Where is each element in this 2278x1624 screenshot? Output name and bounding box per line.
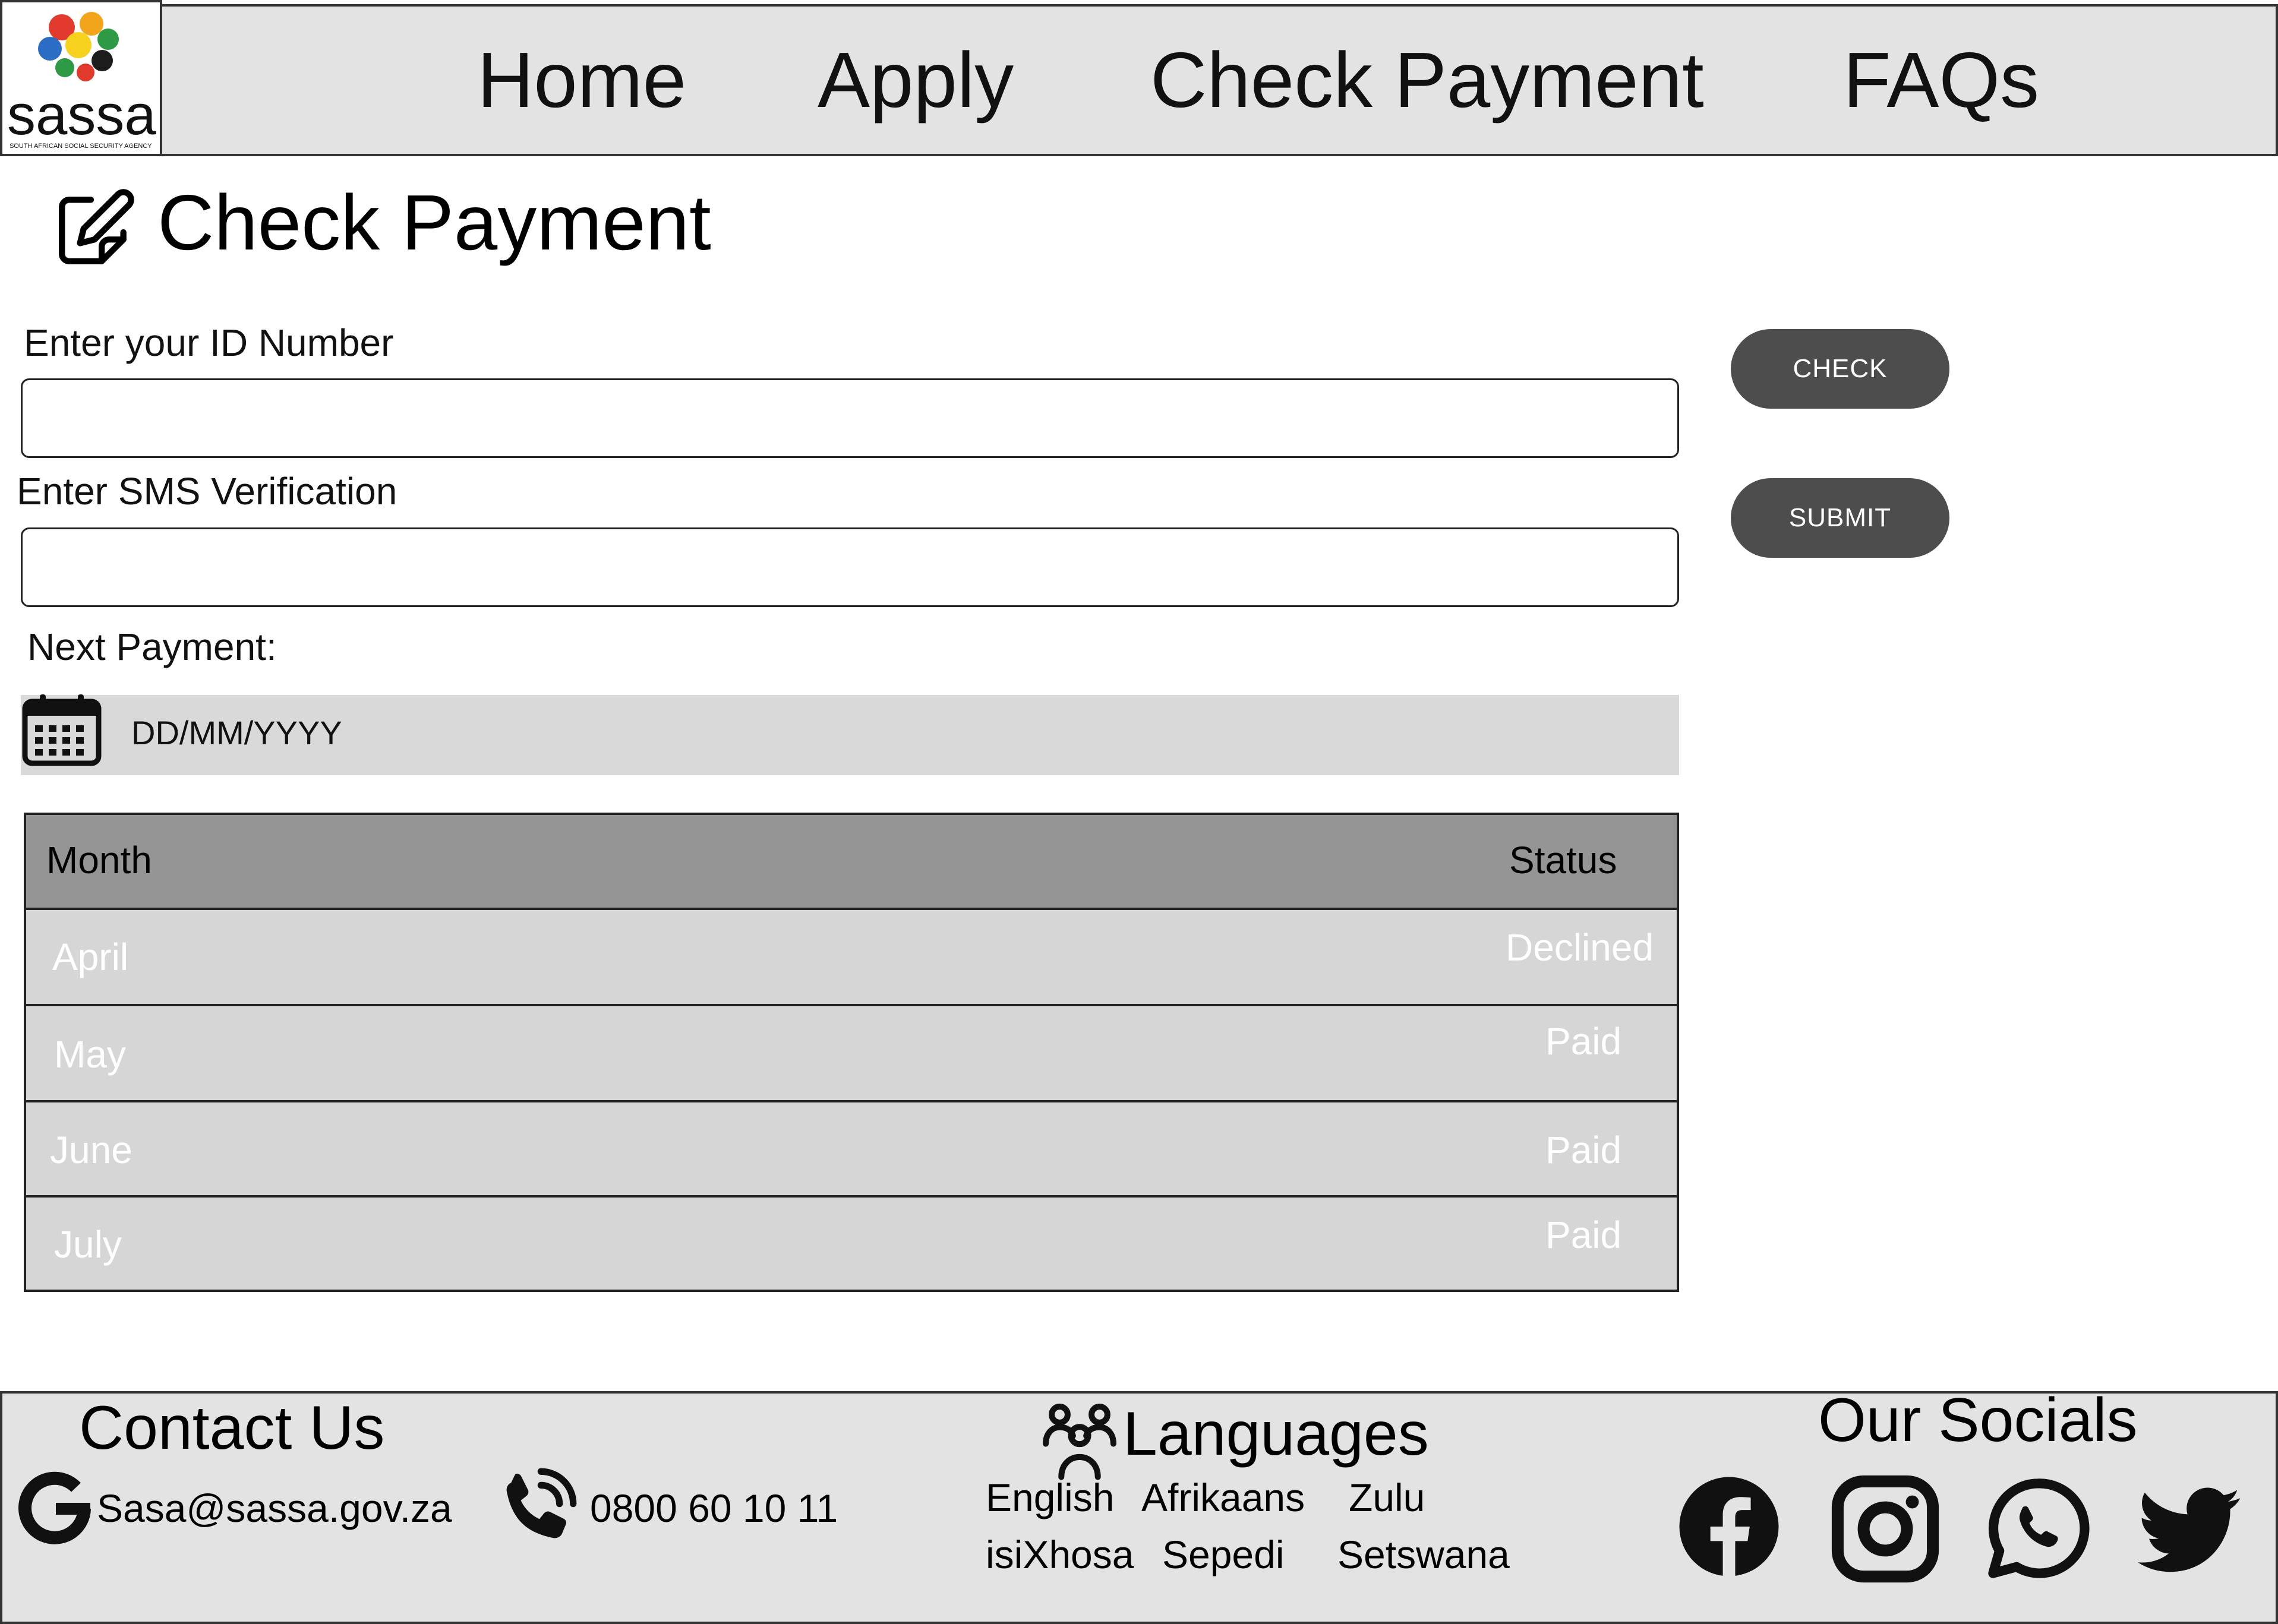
table-row xyxy=(24,1195,1679,1292)
check-button[interactable]: CHECK xyxy=(1731,329,1949,409)
sms-verification-label: Enter SMS Verification xyxy=(17,470,397,513)
contact-us-heading: Contact Us xyxy=(79,1394,385,1462)
twitter-icon[interactable] xyxy=(2138,1487,2242,1576)
page-title: Check Payment xyxy=(157,179,711,266)
row-month: April xyxy=(52,936,129,978)
google-icon xyxy=(18,1471,91,1544)
calendar-icon xyxy=(22,694,102,766)
row-status: Paid xyxy=(1545,1214,1622,1256)
submit-button[interactable]: SUBMIT xyxy=(1731,478,1949,558)
sms-verification-input[interactable] xyxy=(21,527,1679,607)
edit-icon xyxy=(59,189,134,264)
column-header-status: Status xyxy=(1509,839,1617,881)
nav-faqs[interactable]: FAQs xyxy=(1843,36,2039,125)
our-socials-heading: Our Socials xyxy=(1818,1386,2138,1455)
next-payment-date: DD/MM/YYYY xyxy=(131,714,342,751)
row-month: June xyxy=(50,1129,132,1171)
nav-apply[interactable]: Apply xyxy=(818,36,1014,125)
contact-email[interactable]: Sasa@sassa.gov.za xyxy=(97,1485,452,1531)
sassa-logo[interactable]: sassa SOUTH AFRICAN SOCIAL SECURITY AGEN… xyxy=(0,0,162,156)
logo-tagline: SOUTH AFRICAN SOCIAL SECURITY AGENCY xyxy=(10,143,152,150)
row-status: Paid xyxy=(1545,1129,1622,1171)
whatsapp-icon[interactable] xyxy=(1984,1475,2091,1582)
people-icon xyxy=(1043,1404,1116,1480)
language-afrikaans[interactable]: Afrikaans xyxy=(1141,1474,1305,1521)
id-number-label: Enter your ID Number xyxy=(24,321,394,364)
language-setswana[interactable]: Setswana xyxy=(1337,1531,1510,1578)
table-row xyxy=(24,1100,1679,1198)
column-header-month: Month xyxy=(46,839,152,881)
phone-icon xyxy=(506,1468,577,1538)
table-row xyxy=(24,1004,1679,1102)
nav-home[interactable]: Home xyxy=(477,36,686,125)
id-number-input[interactable] xyxy=(21,378,1679,458)
row-status: Declined xyxy=(1506,926,1654,969)
table-header-row xyxy=(24,813,1679,910)
row-status: Paid xyxy=(1545,1020,1622,1063)
row-month: May xyxy=(54,1033,126,1076)
row-month: July xyxy=(54,1223,122,1266)
contact-phone[interactable]: 0800 60 10 11 xyxy=(590,1485,838,1531)
instagram-icon[interactable] xyxy=(1829,1475,1942,1583)
language-zulu[interactable]: Zulu xyxy=(1349,1474,1425,1521)
table-row xyxy=(24,908,1679,1006)
nav-check-payment[interactable]: Check Payment xyxy=(1150,36,1704,125)
logo-text: sassa xyxy=(7,83,156,147)
languages-heading: Languages xyxy=(1123,1399,1429,1468)
language-sepedi[interactable]: Sepedi xyxy=(1162,1531,1285,1578)
next-payment-label: Next Payment: xyxy=(27,625,277,668)
language-english[interactable]: English xyxy=(986,1474,1114,1521)
language-isixhosa[interactable]: isiXhosa xyxy=(986,1531,1134,1578)
facebook-icon[interactable] xyxy=(1677,1475,1781,1578)
